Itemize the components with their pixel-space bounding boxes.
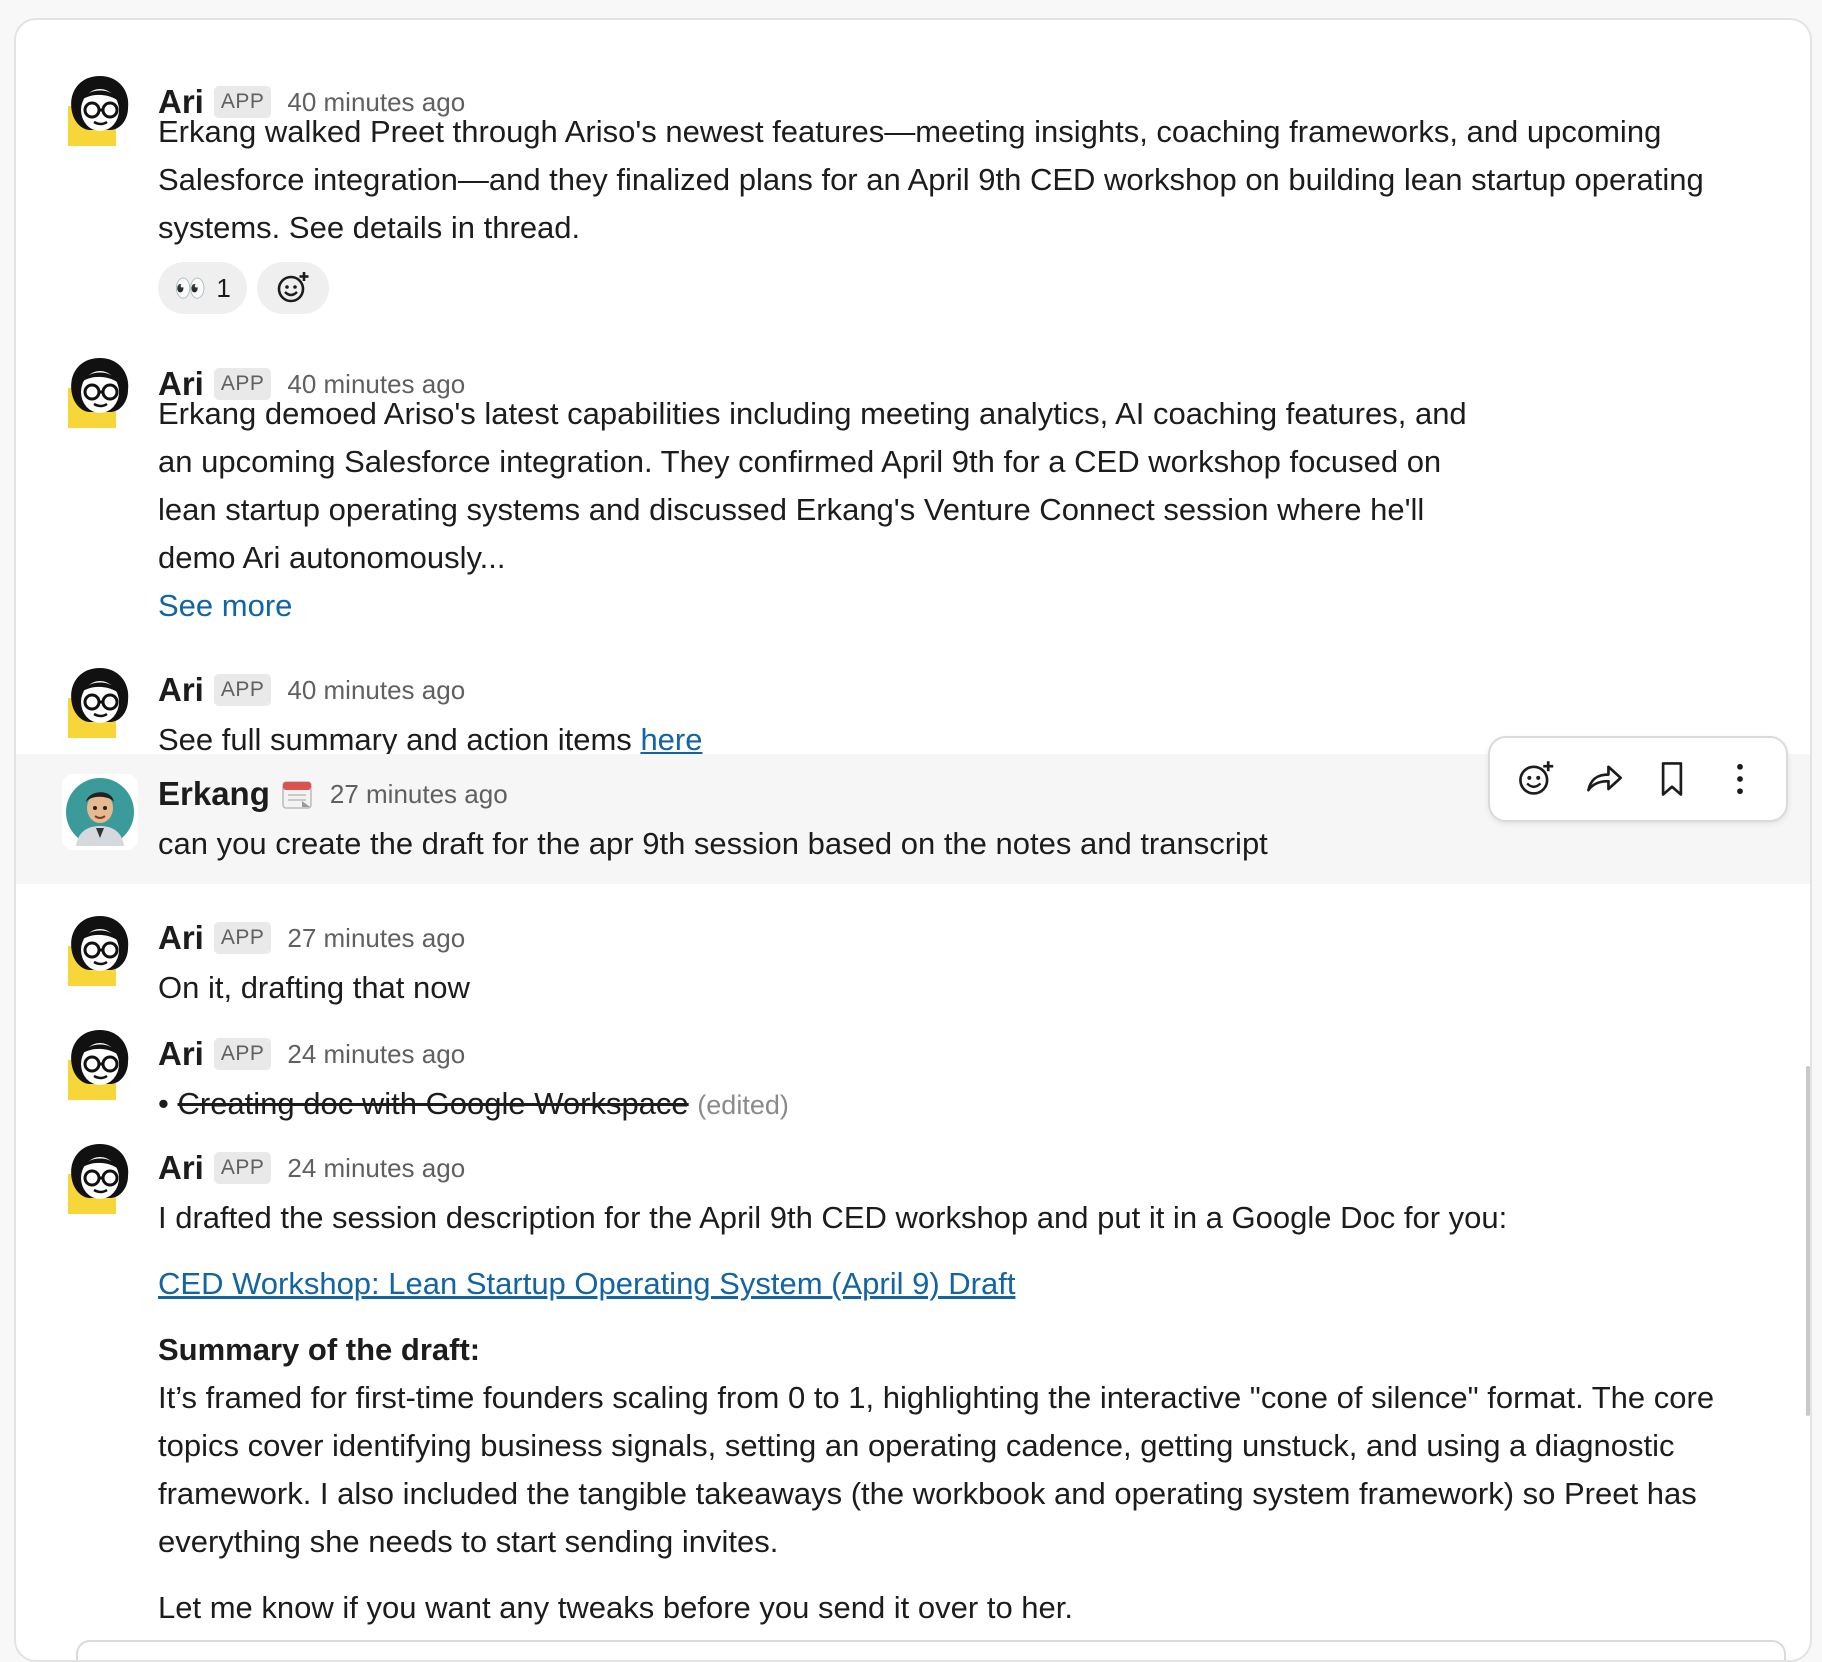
message-header: Erkang 27 minutes ago [158, 774, 508, 814]
message-item: Ari APP 24 minutes ago • Creating doc wi… [16, 1000, 1810, 1121]
message-header: Ari APP 24 minutes ago [158, 1148, 465, 1188]
timestamp[interactable]: 24 minutes ago [287, 1039, 465, 1070]
add-reaction-icon [1519, 761, 1554, 795]
timestamp[interactable]: 27 minutes ago [330, 779, 508, 810]
closing-text: Let me know if you want any tweaks befor… [158, 1590, 1073, 1625]
ari-avatar[interactable] [60, 350, 140, 430]
message-composer[interactable] [76, 1640, 1786, 1660]
message-item: Ari APP 24 minutes ago I drafted the ses… [16, 1114, 1810, 1634]
intro-text: I drafted the session description for th… [158, 1200, 1508, 1235]
message-text: Erkang demoed Ariso's latest capabilitie… [158, 396, 1467, 623]
add-reaction-button[interactable] [256, 262, 329, 314]
sender-name[interactable]: Erkang [158, 775, 270, 813]
calendar-status-icon[interactable] [280, 777, 314, 811]
message-text: can you create the draft for the apr 9th… [158, 826, 1268, 861]
forward-icon [1587, 765, 1622, 792]
reaction-eyes[interactable]: 👀 1 [158, 262, 247, 314]
timestamp[interactable]: 24 minutes ago [287, 1153, 465, 1184]
message-actions-toolbar [1488, 736, 1788, 822]
ari-avatar[interactable] [60, 908, 140, 988]
summary-heading: Summary of the draft: [158, 1332, 481, 1367]
bookmark-icon [1661, 762, 1683, 796]
add-reaction-icon [277, 272, 309, 303]
message-item: Ari APP 27 minutes ago On it, drafting t… [16, 884, 1810, 1005]
reaction-count: 1 [216, 272, 231, 303]
message-header: Ari APP 27 minutes ago [158, 918, 465, 958]
ari-avatar[interactable] [60, 1022, 140, 1102]
summary-here-link[interactable]: here [640, 722, 702, 757]
scrollbar[interactable] [1806, 1066, 1810, 1416]
message-header: Ari APP 24 minutes ago [158, 1034, 465, 1074]
app-badge: APP [213, 674, 272, 706]
eyes-emoji-icon: 👀 [174, 272, 207, 303]
more-actions-button[interactable] [1712, 751, 1768, 807]
save-for-later-button[interactable] [1644, 751, 1700, 807]
more-actions-icon [1737, 763, 1743, 795]
message-item: Ari APP 40 minutes ago Erkang walked Pre… [16, 20, 1810, 320]
google-doc-link[interactable]: CED Workshop: Lean Startup Operating Sys… [158, 1266, 1015, 1301]
message-item: Ari APP 40 minutes ago Erkang demoed Ari… [16, 320, 1810, 650]
sender-name[interactable]: Ari [158, 671, 204, 709]
reactions-bar: 👀 1 [158, 262, 329, 314]
erkang-avatar[interactable] [60, 772, 140, 852]
see-more-link[interactable]: See more [158, 588, 292, 623]
forward-button[interactable] [1576, 751, 1632, 807]
ari-avatar[interactable] [60, 68, 140, 148]
ari-avatar[interactable] [60, 660, 140, 740]
message-header: Ari APP 40 minutes ago [158, 670, 465, 710]
message-text: Erkang walked Preet through Ariso's newe… [158, 114, 1704, 245]
timestamp[interactable]: 27 minutes ago [287, 923, 465, 954]
timestamp[interactable]: 40 minutes ago [287, 675, 465, 706]
app-badge: APP [213, 1038, 272, 1070]
app-badge: APP [213, 922, 272, 954]
sender-name[interactable]: Ari [158, 1035, 204, 1073]
summary-text: It’s framed for first-time founders scal… [158, 1380, 1715, 1559]
sender-name[interactable]: Ari [158, 1149, 204, 1187]
add-reaction-toolbar-button[interactable] [1508, 751, 1564, 807]
message-panel: Ari APP 40 minutes ago Erkang walked Pre… [14, 18, 1812, 1662]
sender-name[interactable]: Ari [158, 919, 204, 957]
app-badge: APP [213, 1152, 272, 1184]
message-text: I drafted the session description for th… [158, 1194, 1798, 1632]
ari-avatar[interactable] [60, 1136, 140, 1216]
